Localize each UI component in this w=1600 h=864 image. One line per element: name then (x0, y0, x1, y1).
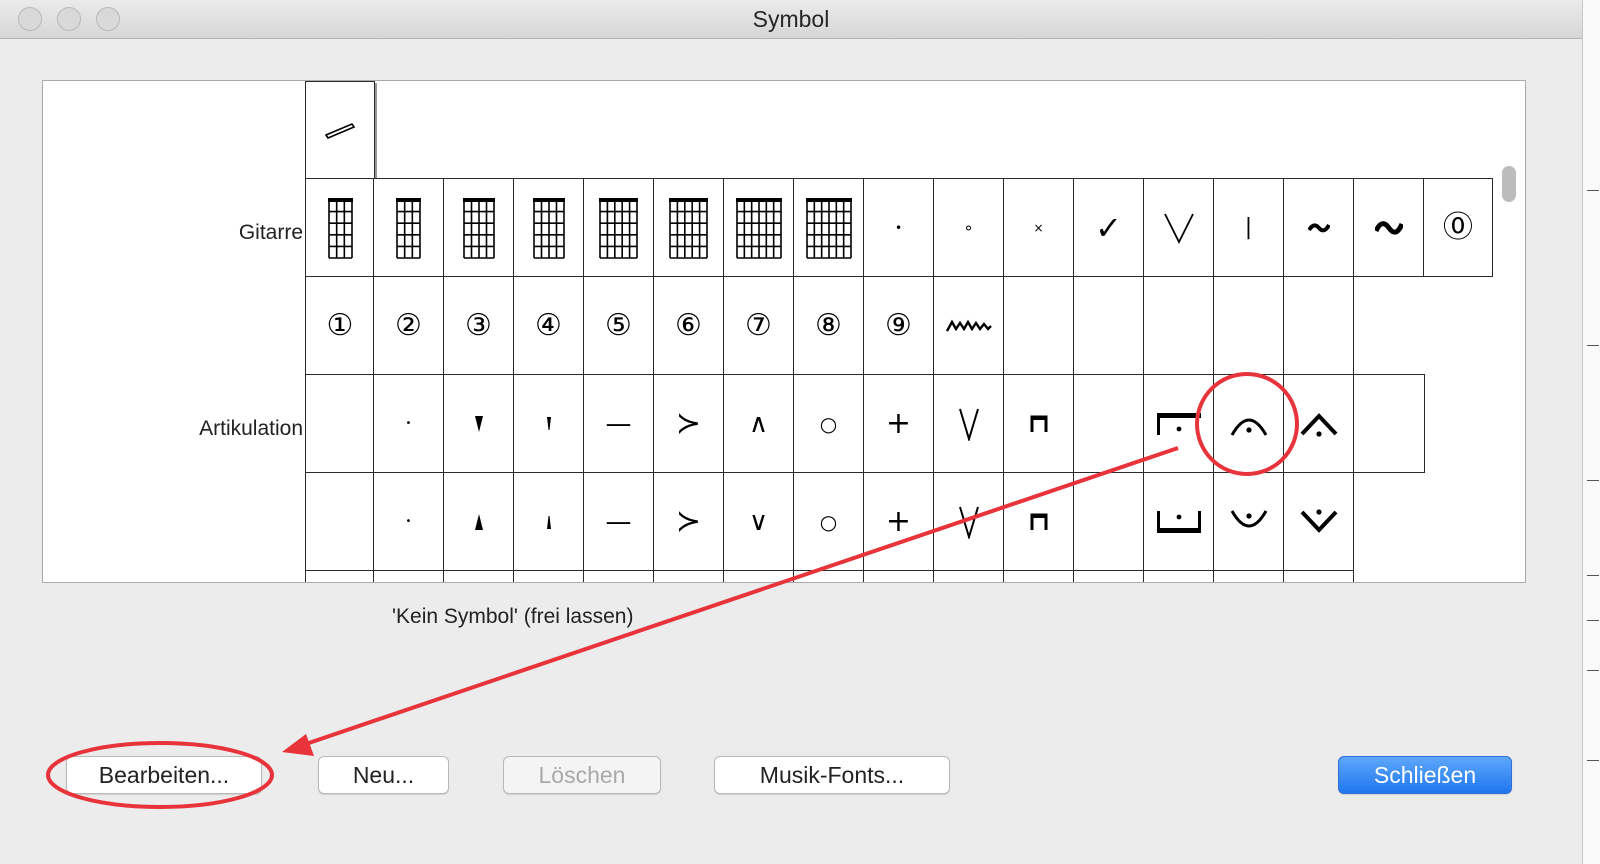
symbol-cell-small-x[interactable]: × (1003, 178, 1074, 277)
symbol-cell-harmonic[interactable]: ○ (793, 374, 864, 473)
symbol-cell-empty[interactable] (1003, 276, 1074, 375)
symbol-cell-empty[interactable] (1283, 276, 1354, 375)
symbol-cell-partial[interactable] (1143, 570, 1214, 582)
symbol-cell-fermata-icon[interactable] (1213, 374, 1284, 473)
symbol-cell-circled-4[interactable]: ④ (513, 276, 584, 375)
chord-frame-icon[interactable] (443, 178, 514, 277)
symbol-cell-accent[interactable]: ≻ (653, 374, 724, 473)
symbol-cell-plus[interactable]: + (863, 374, 934, 473)
symbol-cell-empty[interactable] (1213, 276, 1284, 375)
symbol-cell-partial[interactable] (373, 570, 444, 582)
symbol-cell-v-icon[interactable] (1143, 178, 1214, 277)
symbol-cell-partial[interactable] (1003, 570, 1074, 582)
symbol-cell-fermata-triangle-below-icon[interactable] (1283, 472, 1354, 571)
symbol-cell-circled-5[interactable]: ⑤ (583, 276, 654, 375)
symbol-cell-circled-0[interactable]: ⓪ (1423, 178, 1493, 277)
symbol-cell-partial[interactable] (1213, 570, 1284, 582)
symbol-cell-check[interactable]: ✓ (1073, 178, 1144, 277)
symbol-cell-big-wave-icon[interactable] (1353, 178, 1424, 277)
symbol-cell-empty[interactable] (1073, 472, 1144, 571)
edit-button[interactable]: Bearbeiten... (66, 756, 262, 794)
symbol-cell-down-bow-below-icon[interactable] (1003, 472, 1074, 571)
symbol-cell-empty[interactable] (1073, 276, 1144, 375)
chord-frame-icon[interactable] (513, 178, 584, 277)
symbol-cell-partial[interactable] (863, 570, 934, 582)
symbol-cell-plus-below[interactable]: + (863, 472, 934, 571)
background-window-edge (1582, 0, 1600, 864)
symbol-cell-fermata-square-below-icon[interactable] (1143, 472, 1214, 571)
symbol-cell-partial[interactable] (1283, 570, 1354, 582)
symbol-cell-circled-7[interactable]: ⑦ (723, 276, 794, 375)
symbol-cell-empty[interactable] (305, 374, 375, 473)
symbol-cell-circled-2[interactable]: ② (373, 276, 444, 375)
symbol-cell-fermata-below-icon[interactable] (1213, 472, 1284, 571)
title-bar: Symbol (0, 0, 1582, 39)
symbol-cell-empty[interactable] (305, 472, 375, 571)
symbol-cell-fermata-square-icon[interactable] (1143, 374, 1214, 473)
close-button[interactable]: Schließen (1338, 756, 1512, 794)
symbol-cell-up-bow-icon[interactable] (933, 374, 1004, 473)
chord-frame-icon[interactable] (793, 178, 864, 277)
symbol-cell-small-circle[interactable]: ∘ (933, 178, 1004, 277)
symbol-grid-panel: Gitarre Artikulation • ∘ × ✓ | ⓪ ① ② ③ ④ ⑤ ⑥ ⑦ ⑧ ⑨ • — ≻ ∧… (42, 80, 1526, 583)
symbol-status-text: 'Kein Symbol' (frei lassen) (392, 605, 634, 628)
symbol-cell-tenuto[interactable]: — (583, 374, 654, 473)
symbol-cell-accent-below[interactable]: ≻ (653, 472, 724, 571)
symbol-cell-empty[interactable] (1353, 374, 1425, 473)
symbol-cell-empty[interactable] (1143, 276, 1214, 375)
symbol-cell-small-wave-icon[interactable] (1283, 178, 1354, 277)
symbol-cell-wedge-icon[interactable] (513, 374, 584, 473)
scrollbar-thumb[interactable] (1502, 166, 1516, 202)
chord-frame-icon[interactable] (373, 178, 444, 277)
symbol-cell-partial[interactable] (305, 570, 375, 582)
symbol-cell-down-bow-icon[interactable] (1003, 374, 1074, 473)
symbol-cell-marcato[interactable]: ∧ (723, 374, 794, 473)
symbol-cell-circled-9[interactable]: ⑨ (863, 276, 934, 375)
symbol-cell-circled-3[interactable]: ③ (443, 276, 514, 375)
chord-frame-icon[interactable] (583, 178, 654, 277)
symbol-cell-tenuto-below[interactable]: — (583, 472, 654, 571)
symbol-cell-partial[interactable] (653, 570, 724, 582)
delete-button[interactable]: Löschen (503, 756, 661, 794)
symbol-cell-dot[interactable]: • (863, 178, 934, 277)
symbol-cell-partial[interactable] (1073, 570, 1144, 582)
symbol-cell-partial[interactable] (583, 570, 654, 582)
row-label-artikulation: Artikulation (199, 417, 303, 440)
symbol-cell-staccatissimo-icon[interactable] (443, 374, 514, 473)
symbol-cell-bar[interactable]: | (1213, 178, 1284, 277)
symbol-cell-trill-icon[interactable] (933, 276, 1004, 375)
window-title: Symbol (752, 6, 830, 32)
symbol-cell-circled-1[interactable]: ① (305, 276, 375, 375)
symbol-cell-partial[interactable] (443, 570, 514, 582)
chord-frame-icon[interactable] (723, 178, 794, 277)
symbol-cell-circled-6[interactable]: ⑥ (653, 276, 724, 375)
symbol-cell-harmonic-below[interactable]: ○ (793, 472, 864, 571)
symbol-cell-empty[interactable] (1073, 374, 1144, 473)
symbol-cell-circled-8[interactable]: ⑧ (793, 276, 864, 375)
symbol-cell-partial[interactable] (723, 570, 794, 582)
symbol-cell-fermata-triangle-icon[interactable] (1283, 374, 1354, 473)
music-fonts-button[interactable]: Musik-Fonts... (714, 756, 950, 794)
symbol-cell-partial[interactable] (513, 570, 584, 582)
new-button[interactable]: Neu... (318, 756, 449, 794)
symbol-cell-up-bow-below-icon[interactable] (933, 472, 1004, 571)
symbol-cell-staccato[interactable]: • (373, 374, 444, 473)
symbol-cell-partial[interactable] (933, 570, 1004, 582)
chord-frame-icon[interactable] (305, 178, 375, 277)
symbol-cell-marcato-below[interactable]: ∨ (723, 472, 794, 571)
symbol-cell-staccatissimo-below-icon[interactable] (443, 472, 514, 571)
symbol-cell-slur-icon[interactable] (305, 81, 375, 179)
row-label-gitarre: Gitarre (238, 221, 303, 244)
symbol-cell-staccato-below[interactable]: • (373, 472, 444, 571)
symbol-cell-wedge-below-icon[interactable] (513, 472, 584, 571)
symbol-cell-partial[interactable] (793, 570, 864, 582)
chord-frame-icon[interactable] (653, 178, 724, 277)
